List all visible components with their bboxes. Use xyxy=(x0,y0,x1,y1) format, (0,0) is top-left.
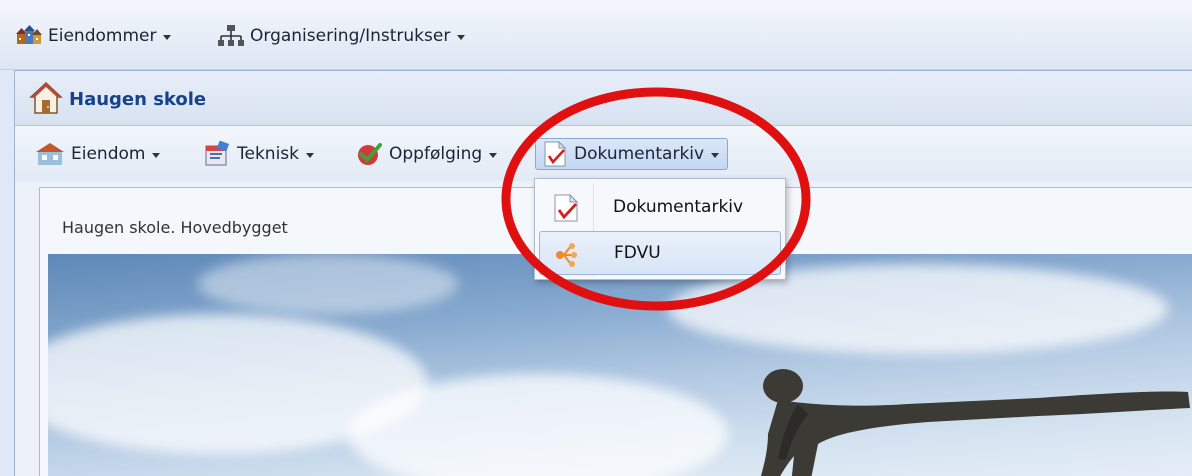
sub-toolbar: Eiendom Teknisk Oppfølging Dokumentarkiv xyxy=(15,126,1192,181)
document-icon xyxy=(544,141,567,167)
menu-organisering-label: Organisering/Instrukser xyxy=(250,26,451,46)
menu-eiendom[interactable]: Eiendom xyxy=(35,138,161,170)
menu-eiendommer-label: Eiendommer xyxy=(48,26,157,46)
menu-teknisk[interactable]: Teknisk xyxy=(203,138,314,170)
app-toolbar: Eiendommer Organisering/Instrukser xyxy=(0,0,1192,70)
dokumentarkiv-dropdown: Dokumentarkiv FDVU xyxy=(534,178,786,280)
menu-oppfolging[interactable]: Oppfølging xyxy=(355,138,498,170)
menu-oppfolging-label: Oppfølging xyxy=(389,144,483,164)
chevron-down-icon xyxy=(163,34,172,40)
document-icon xyxy=(554,194,579,222)
menu-teknisk-label: Teknisk xyxy=(237,144,299,164)
chevron-down-icon xyxy=(711,152,720,158)
chevron-down-icon xyxy=(457,34,466,40)
menu-dokumentarkiv[interactable]: Dokumentarkiv xyxy=(535,138,729,170)
sculpture-image xyxy=(760,369,1190,476)
building-photo xyxy=(48,254,1192,476)
menu-organisering[interactable]: Organisering/Instrukser xyxy=(218,22,466,50)
org-chart-icon xyxy=(218,25,244,46)
property-icon xyxy=(36,143,64,165)
followup-check-icon xyxy=(358,143,382,165)
menu-eiendom-label: Eiendom xyxy=(71,144,146,164)
dropdown-item-dokumentarkiv-label: Dokumentarkiv xyxy=(613,197,744,217)
menu-eiendommer[interactable]: Eiendommer xyxy=(16,22,172,50)
technical-icon xyxy=(205,141,230,166)
menu-dokumentarkiv-label: Dokumentarkiv xyxy=(574,144,705,164)
buildings-icon xyxy=(16,25,42,44)
dropdown-item-fdvu-label: FDVU xyxy=(614,243,661,263)
dropdown-item-fdvu[interactable]: FDVU xyxy=(539,231,781,275)
chevron-down-icon xyxy=(489,152,498,158)
panel-title: Haugen skole xyxy=(69,89,207,110)
fdvu-tree-icon xyxy=(556,243,577,267)
house-icon xyxy=(29,81,63,114)
chevron-down-icon xyxy=(152,152,161,158)
dropdown-item-dokumentarkiv[interactable]: Dokumentarkiv xyxy=(539,185,781,229)
panel-header: Haugen skole xyxy=(15,71,1192,126)
content-title: Haugen skole. Hovedbygget xyxy=(62,218,288,237)
chevron-down-icon xyxy=(306,152,314,158)
